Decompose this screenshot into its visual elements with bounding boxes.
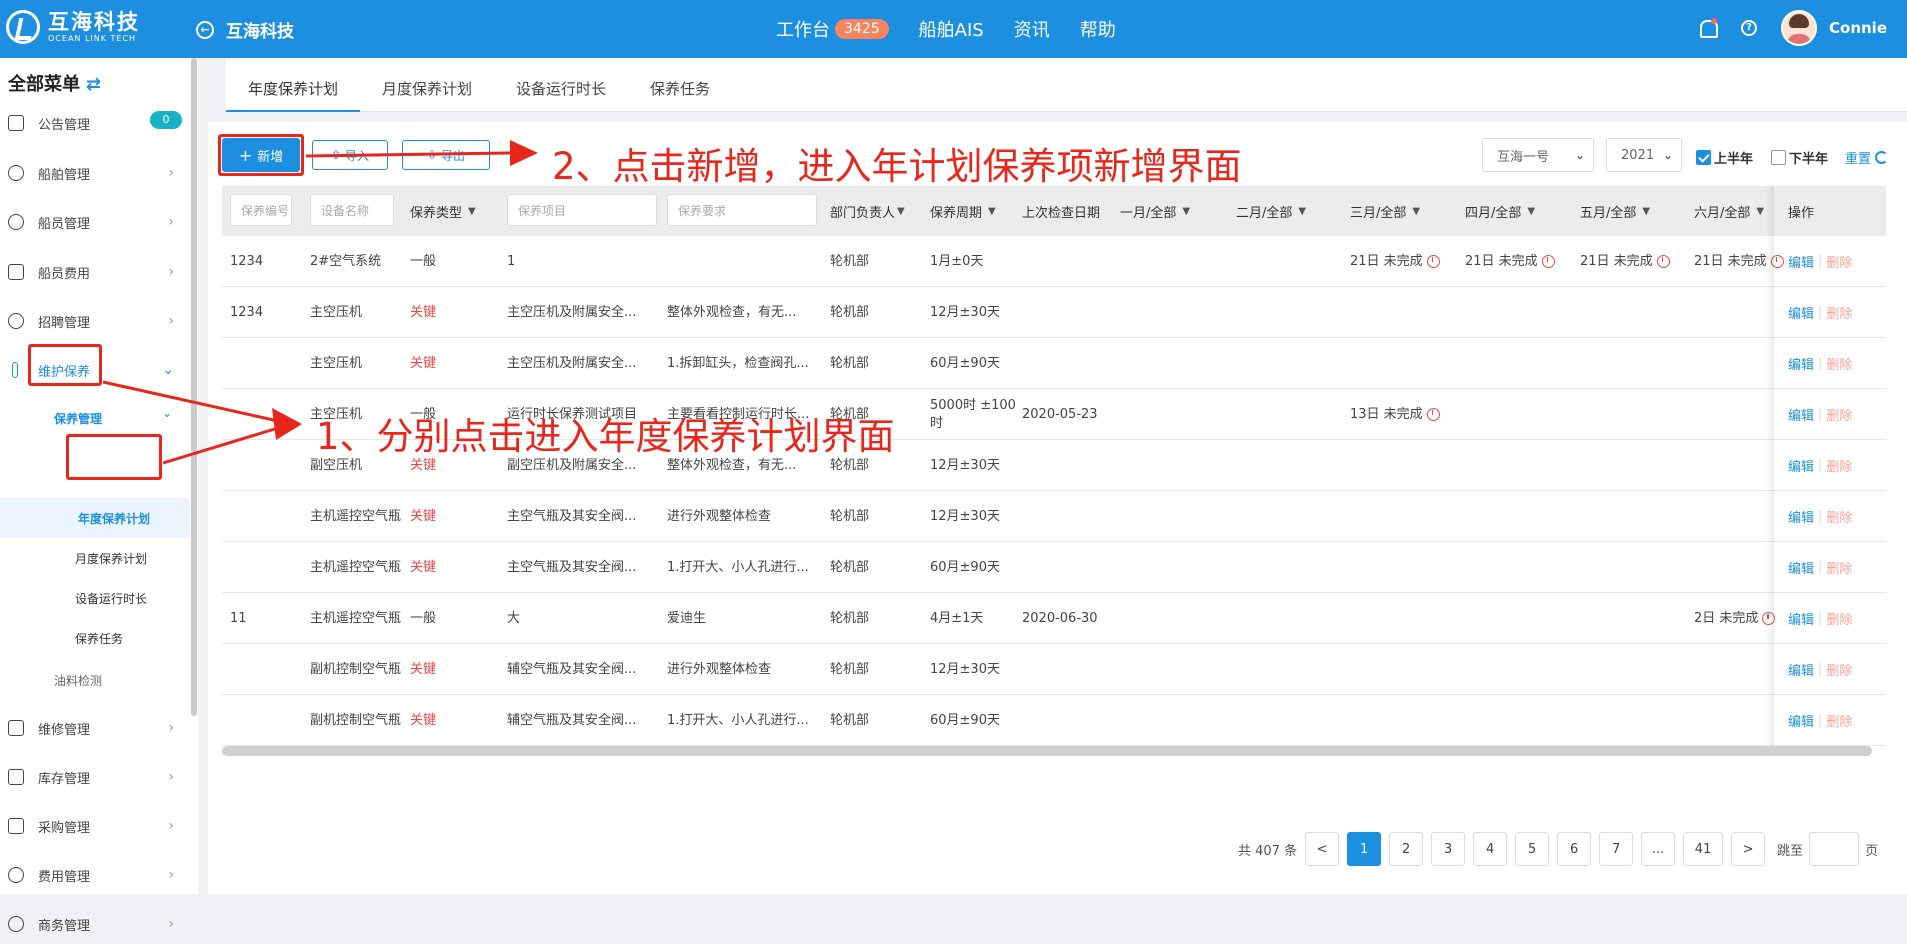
annotation-step-2: 2、点击新增，进入年计划保养项新增界面: [552, 145, 1242, 188]
arrow-line: [162, 426, 279, 465]
arrow-head: [510, 140, 538, 166]
chevron-right-icon: ›: [168, 916, 174, 932]
globe-icon: [8, 916, 24, 932]
arrow-line: [102, 380, 279, 423]
arrow-head: [272, 408, 302, 440]
annotation-step-1: 1、分别点击进入年度保养计划界面: [316, 415, 895, 458]
sidebar-item-label: 商务管理: [38, 918, 91, 934]
annotation-arrows: [102, 140, 538, 465]
arrow-line: [305, 151, 513, 158]
sidebar-item-business[interactable]: 商务管理 ›: [0, 904, 190, 944]
